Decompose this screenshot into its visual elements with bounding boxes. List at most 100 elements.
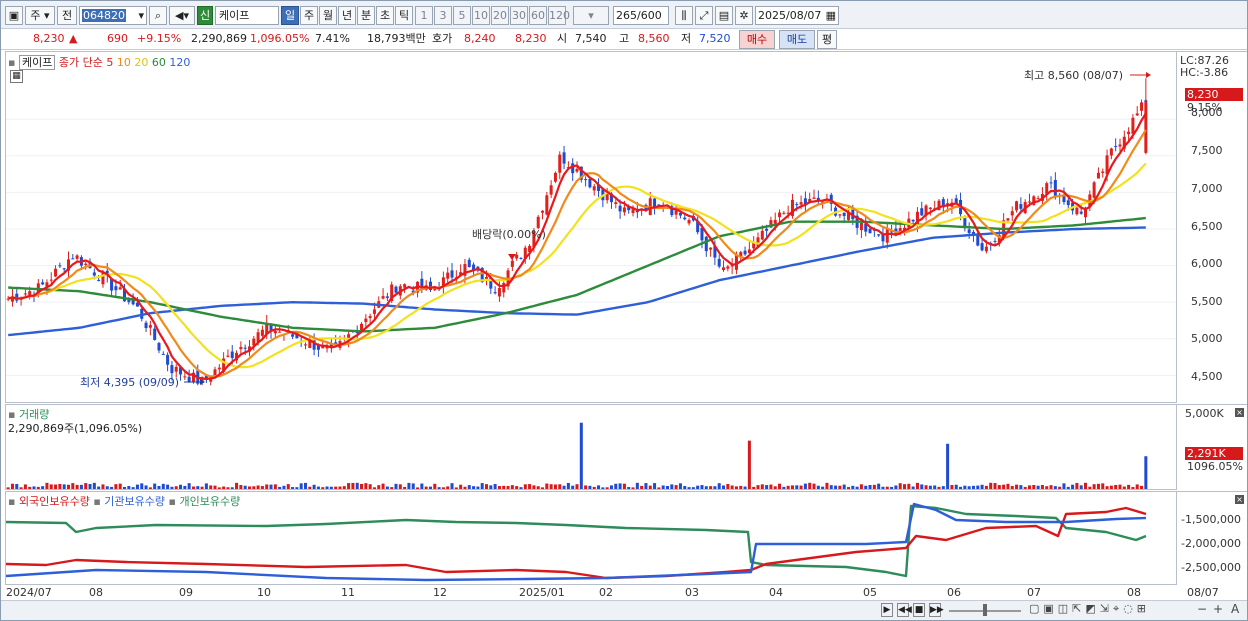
market-select[interactable]: 주 ▾	[25, 6, 55, 25]
market-label: 주	[30, 9, 41, 22]
interval-tab[interactable]: 1	[415, 6, 433, 25]
period-tab[interactable]: 틱	[395, 6, 413, 25]
interval-tab[interactable]: 5	[453, 6, 471, 25]
candle-body	[493, 292, 497, 294]
interval-tab[interactable]: 120	[548, 6, 570, 25]
stock-name-field[interactable]: 케이프	[215, 6, 279, 25]
grid-toggle-icon[interactable]: ▦	[10, 70, 23, 83]
candle-body	[161, 353, 165, 355]
search-icon[interactable]: ⌕	[149, 6, 167, 25]
new-badge: 신	[197, 6, 213, 25]
candle-body	[618, 205, 622, 212]
bottom-controls: ▶ ◀◀ ■ ▶▶ ▢▣◫⇱◩⇲⌖◌⊞ − + A	[1, 600, 1247, 620]
date-value: 2025/08/07	[758, 9, 822, 22]
candle-body	[722, 267, 726, 271]
save-icon[interactable]: ▤	[715, 6, 733, 25]
price-grid	[6, 118, 1176, 376]
volume-bar	[222, 486, 226, 489]
period-tab[interactable]: 주	[300, 6, 318, 25]
sell-button[interactable]: 매도	[779, 30, 815, 49]
buy-button[interactable]: 매수	[739, 30, 775, 49]
period-tab[interactable]: 월	[319, 6, 337, 25]
interval-dropdown[interactable]: ▾	[573, 6, 609, 25]
speaker-icon[interactable]: ◀▾	[169, 6, 195, 25]
close-icon[interactable]: ×	[1235, 408, 1244, 417]
x-axis-label: 04	[769, 586, 783, 599]
main-toolbar: ▣ 주 ▾ 전 064820 ▾ ⌕ ◀▾ 신 케이프 일주월년분초틱 1 3 5 10…	[1, 1, 1247, 29]
volume-bar	[510, 485, 514, 489]
volume-bar	[153, 483, 157, 489]
volume-pane[interactable]: ▪ 거래량 2,290,869주(1,096.05%)	[5, 404, 1177, 490]
candle-body	[980, 243, 984, 251]
code-input[interactable]: 064820 ▾	[79, 6, 147, 25]
zoom-slider-handle[interactable]	[983, 604, 987, 616]
holding-pane[interactable]: ▪ 외국인보유수량 ▪ 기관보유수량 ▪ 개인보유수량	[5, 491, 1177, 585]
period-tab[interactable]: 초	[376, 6, 394, 25]
volume-bar	[605, 487, 609, 489]
trend-icon[interactable]: ⤢	[695, 6, 713, 25]
candle-body	[1140, 102, 1144, 111]
volume-bar	[385, 486, 389, 489]
stop-icon[interactable]: ■	[913, 603, 925, 617]
period-tab[interactable]: 일	[281, 6, 299, 25]
volume-bar	[41, 486, 45, 489]
volume-bar	[829, 485, 833, 489]
zoom-in-icon[interactable]: +	[1213, 602, 1223, 616]
x-axis-label: 12	[433, 586, 447, 599]
bars-icon[interactable]: ⫼	[675, 6, 693, 25]
volume-bar	[635, 482, 639, 489]
candle-body	[381, 296, 385, 299]
count-field[interactable]: 265/600	[613, 6, 669, 25]
gear-icon[interactable]: ✲	[735, 6, 753, 25]
interval-tab[interactable]: 20	[491, 6, 509, 25]
interval-tab[interactable]: 30	[510, 6, 528, 25]
period-tab[interactable]: 분	[357, 6, 375, 25]
price-pane[interactable]: ▪ 케이프 종가 단순 5 10 20 60 120 ▦ 최고 8,560 (0…	[5, 51, 1177, 403]
ma-legend-60: 60	[151, 56, 166, 69]
candle-body	[101, 272, 105, 285]
close-icon[interactable]: ×	[1235, 495, 1244, 504]
chart-menu-icon[interactable]: ▣	[5, 6, 23, 25]
candle-body	[239, 346, 243, 350]
volume-bar	[1140, 485, 1144, 489]
zoom-out-icon[interactable]: −	[1197, 602, 1207, 616]
forward-icon[interactable]: ▶▶	[929, 603, 944, 617]
candle-body	[795, 204, 799, 206]
volume-bar	[368, 484, 372, 489]
interval-tab[interactable]: 60	[529, 6, 547, 25]
volume-bar	[622, 483, 626, 489]
volume-bar	[493, 484, 497, 489]
volume-bar	[437, 487, 441, 489]
candle-body	[859, 223, 863, 231]
volume-bar	[627, 487, 631, 489]
volume-bar	[903, 484, 907, 489]
prev-button[interactable]: 전	[57, 6, 77, 25]
interval-tab[interactable]: 3	[434, 6, 452, 25]
candle-body	[1053, 180, 1057, 198]
volume-bar	[726, 484, 730, 489]
candle-body	[303, 344, 308, 346]
volume-bar	[838, 485, 842, 489]
volume-bar	[683, 485, 687, 489]
auto-scale-icon[interactable]: A	[1231, 602, 1239, 616]
avg-button[interactable]: 평	[817, 30, 837, 49]
volume-bar	[734, 486, 738, 489]
volume-value: 2,290,869	[191, 32, 247, 45]
volume-bar	[19, 487, 23, 489]
volume-bar	[105, 486, 109, 489]
volume-bar	[191, 486, 195, 489]
candle-body	[273, 331, 277, 334]
candle-body	[364, 318, 368, 323]
scroll-right-icon[interactable]: ▶	[881, 603, 893, 617]
interval-tab[interactable]: 10	[472, 6, 490, 25]
candle-body	[148, 325, 152, 328]
drawing-tools[interactable]: ▢▣◫⇱◩⇲⌖◌⊞	[1029, 602, 1150, 616]
volume-bar	[730, 485, 734, 489]
volume-bar	[717, 483, 721, 489]
candle-body	[41, 282, 45, 285]
period-tab[interactable]: 년	[338, 6, 356, 25]
candle-body	[243, 347, 247, 349]
volume-bar	[825, 482, 829, 489]
rewind-icon[interactable]: ◀◀	[897, 603, 912, 617]
date-field[interactable]: 2025/08/07 ▦	[755, 6, 839, 25]
